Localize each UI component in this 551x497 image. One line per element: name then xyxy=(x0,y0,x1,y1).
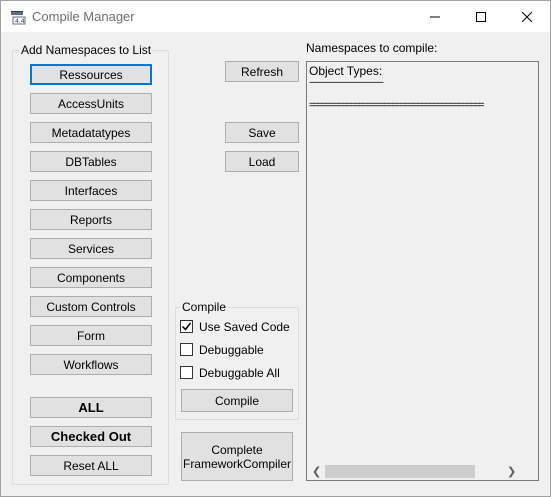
compile-manager-window: 4.4 Compile Manager Add Namespaces to Li… xyxy=(0,0,551,497)
custom-controls-button[interactable]: Custom Controls xyxy=(30,296,152,317)
metadatatypes-button[interactable]: Metadatatypes xyxy=(30,122,152,143)
components-button[interactable]: Components xyxy=(30,267,152,288)
complete-button-line1: Complete xyxy=(211,442,263,457)
debuggable-all-label[interactable]: Debuggable All xyxy=(199,366,280,380)
services-button[interactable]: Services xyxy=(30,238,152,259)
all-button[interactable]: ALL xyxy=(30,397,152,418)
reports-button[interactable]: Reports xyxy=(30,209,152,230)
close-button[interactable] xyxy=(504,1,550,32)
ressources-button[interactable]: Ressources xyxy=(30,64,152,85)
namespaces-line: ========================================… xyxy=(309,100,485,111)
scrollbar-corner xyxy=(521,463,538,480)
namespaces-textbox[interactable]: Object Types: --------------------------… xyxy=(306,61,539,481)
title-bar: 4.4 Compile Manager xyxy=(1,1,550,32)
load-button[interactable]: Load xyxy=(225,151,299,172)
refresh-button[interactable]: Refresh xyxy=(225,61,299,82)
reset-all-button[interactable]: Reset ALL xyxy=(30,455,152,476)
workflows-button[interactable]: Workflows xyxy=(30,354,152,375)
debuggable-all-checkbox[interactable] xyxy=(180,366,193,379)
compile-legend: Compile xyxy=(180,300,229,314)
complete-button-line2: FrameworkCompiler xyxy=(182,456,292,471)
horizontal-scroll-thumb[interactable] xyxy=(325,465,475,478)
checked-out-button[interactable]: Checked Out xyxy=(30,426,152,447)
horizontal-scrollbar[interactable]: ❮ ❯ xyxy=(307,463,521,480)
checkmark-icon xyxy=(181,322,192,331)
vertical-scrollbar[interactable] xyxy=(521,62,538,463)
use-saved-code-label[interactable]: Use Saved Code xyxy=(199,320,290,334)
dbtables-button[interactable]: DBTables xyxy=(30,151,152,172)
maximize-button[interactable] xyxy=(458,1,504,32)
app-window-icon: 4.4 xyxy=(10,9,26,25)
compile-button[interactable]: Compile xyxy=(181,389,293,412)
add-namespaces-legend: Add Namespaces to List xyxy=(19,43,154,57)
use-saved-code-checkbox[interactable] xyxy=(180,320,193,333)
minimize-button[interactable] xyxy=(412,1,458,32)
complete-framework-compiler-button[interactable]: Complete FrameworkCompiler xyxy=(181,432,293,481)
scroll-left-icon[interactable]: ❮ xyxy=(312,465,321,478)
namespaces-line: Object Types: xyxy=(309,64,383,78)
scroll-right-icon[interactable]: ❯ xyxy=(507,465,516,478)
debuggable-checkbox[interactable] xyxy=(180,343,193,356)
namespaces-label: Namespaces to compile: xyxy=(306,41,438,55)
interfaces-button[interactable]: Interfaces xyxy=(30,180,152,201)
close-icon xyxy=(522,11,532,22)
form-button[interactable]: Form xyxy=(30,325,152,346)
debuggable-label[interactable]: Debuggable xyxy=(199,343,264,357)
minimize-icon xyxy=(430,16,440,17)
svg-text:4.4: 4.4 xyxy=(15,18,25,25)
accessunits-button[interactable]: AccessUnits xyxy=(30,93,152,114)
window-title: Compile Manager xyxy=(32,9,135,24)
namespaces-line: ------------------------------------- xyxy=(309,77,384,87)
save-button[interactable]: Save xyxy=(225,122,299,143)
maximize-icon xyxy=(476,11,486,22)
